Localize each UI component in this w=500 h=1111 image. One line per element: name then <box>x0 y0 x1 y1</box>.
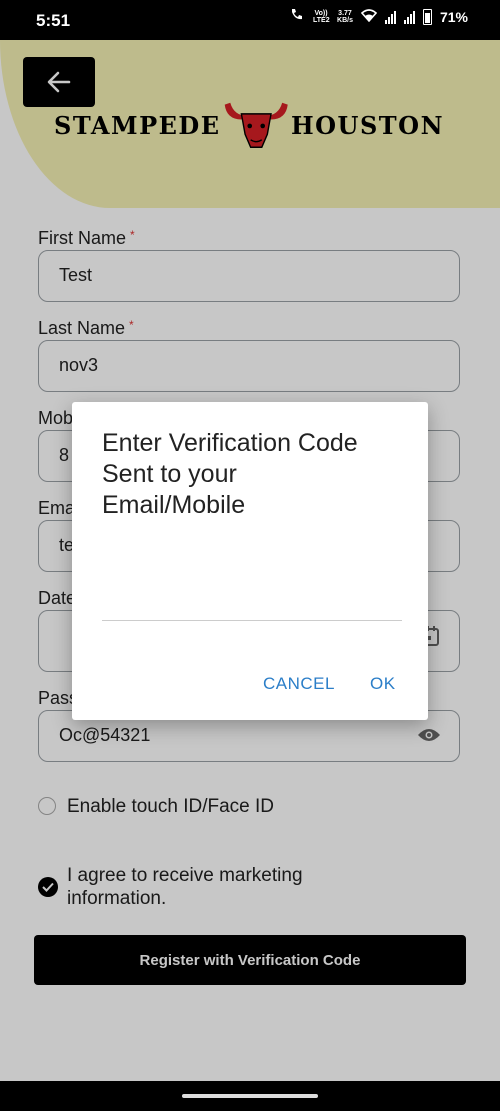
ok-button[interactable]: OK <box>370 674 396 694</box>
speed-unit: KB/s <box>337 16 353 24</box>
battery-percent: 71% <box>439 8 468 25</box>
call-icon <box>289 8 305 25</box>
dialog-title-line1: Enter Verification Code <box>102 429 358 457</box>
cancel-button[interactable]: CANCEL <box>263 674 335 694</box>
speed-value: 3.77 <box>338 9 352 17</box>
network-speed: 3.77 KB/s <box>337 10 353 24</box>
battery-icon <box>422 8 432 25</box>
status-bar: 5:51 Vo)) LTE2 3.77 KB/s 71% <box>0 0 500 40</box>
status-time: 5:51 <box>36 11 71 30</box>
dialog-title-line2: Sent to your <box>102 460 237 488</box>
status-icons: Vo)) LTE2 3.77 KB/s 71% <box>289 8 468 25</box>
signal-icon-1 <box>384 10 396 24</box>
signal-icon-2 <box>403 10 415 24</box>
home-gesture-bar[interactable] <box>182 1094 318 1098</box>
dialog-title: Enter Verification Code Sent to your Ema… <box>102 428 402 521</box>
verification-dialog: Enter Verification Code Sent to your Ema… <box>72 402 428 720</box>
verification-code-input[interactable] <box>102 582 402 621</box>
dialog-title-line3: Email/Mobile <box>102 491 246 519</box>
system-nav-bar <box>0 1081 500 1111</box>
wifi-icon <box>360 8 378 25</box>
volte-indicator: Vo)) LTE2 <box>313 9 330 24</box>
